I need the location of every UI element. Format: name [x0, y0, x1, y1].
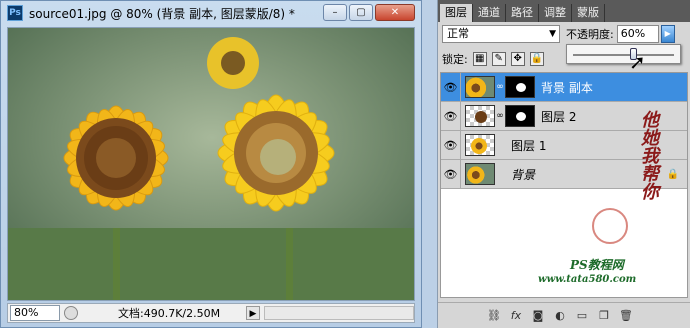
- blend-mode-value: 正常: [447, 27, 469, 40]
- layer-mask-thumbnail[interactable]: [505, 76, 535, 98]
- tab-layers[interactable]: 图层: [440, 4, 473, 22]
- layers-list: 👁 ∞ 背景 副本 👁 ∞ 图层 2 👁 图层 1 👁 背景 🔒: [440, 72, 688, 298]
- layer-name: 图层 2: [541, 109, 577, 124]
- layers-bottom-toolbar: ⛓ fx ◙ ◐ ▭ ❐ 🗑: [438, 302, 690, 328]
- lock-all-icon[interactable]: 🔒: [529, 52, 544, 66]
- tab-paths[interactable]: 路径: [506, 4, 539, 22]
- layer-mask-thumbnail[interactable]: [505, 105, 535, 127]
- link-icon[interactable]: ⛓: [486, 308, 502, 324]
- layer-thumbnail: [465, 76, 495, 98]
- layer-name: 背景: [511, 167, 536, 182]
- status-bar: 80% 文档:490.7K/2.50M ▶: [7, 303, 415, 323]
- tab-masks[interactable]: 蒙版: [572, 4, 605, 22]
- blend-mode-select[interactable]: 正常 ▼: [442, 25, 560, 43]
- horizontal-scrollbar[interactable]: [264, 306, 414, 320]
- trash-icon[interactable]: 🗑: [618, 308, 634, 324]
- folder-icon[interactable]: ▭: [574, 308, 590, 324]
- layer-row-layer-1[interactable]: 👁 图层 1: [441, 130, 687, 160]
- mask-icon[interactable]: ◙: [530, 308, 546, 324]
- lock-label: 锁定:: [442, 53, 468, 66]
- mask-link-icon[interactable]: ∞: [495, 82, 505, 92]
- opacity-label: 不透明度:: [566, 28, 614, 41]
- document-titlebar[interactable]: Ps source01.jpg @ 80% (背景 副本, 图层蒙版/8) * …: [1, 1, 421, 25]
- lock-move-icon[interactable]: ✥: [510, 52, 525, 66]
- layer-thumbnail: [465, 163, 495, 185]
- zoom-field[interactable]: 80%: [10, 305, 60, 321]
- mask-link-icon[interactable]: ∞: [495, 111, 505, 121]
- layer-thumbnail: [465, 134, 495, 156]
- layer-thumbnail: [465, 105, 495, 127]
- opacity-slider-track[interactable]: [573, 54, 674, 56]
- tab-adjustments[interactable]: 调整: [539, 4, 572, 22]
- document-window: Ps source01.jpg @ 80% (背景 副本, 图层蒙版/8) * …: [0, 0, 422, 328]
- lock-transparent-icon[interactable]: ▦: [472, 52, 487, 66]
- adjustment-icon[interactable]: ◐: [552, 308, 568, 324]
- new-layer-icon[interactable]: ❐: [596, 308, 612, 324]
- visibility-eye-icon[interactable]: 👁: [441, 101, 461, 131]
- chevron-down-icon: ▼: [549, 29, 556, 39]
- panel-tabs: 图层 通道 路径 调整 蒙版: [438, 0, 690, 22]
- restore-button[interactable]: ▢: [349, 4, 373, 21]
- opacity-slider-toggle-icon[interactable]: ▶: [660, 25, 675, 43]
- minimize-button[interactable]: –: [323, 4, 347, 21]
- image-canvas[interactable]: [7, 27, 415, 301]
- opacity-input[interactable]: 60%: [616, 25, 659, 43]
- layer-row-background-copy[interactable]: 👁 ∞ 背景 副本: [441, 72, 687, 102]
- layer-row-background[interactable]: 👁 背景 🔒: [441, 159, 687, 189]
- close-button[interactable]: ✕: [375, 4, 415, 21]
- fx-icon[interactable]: fx: [508, 308, 524, 324]
- status-menu-arrow-icon[interactable]: ▶: [246, 306, 260, 320]
- document-title: source01.jpg @ 80% (背景 副本, 图层蒙版/8) *: [29, 6, 295, 21]
- opacity-slider-popup[interactable]: [566, 44, 681, 64]
- visibility-eye-icon[interactable]: 👁: [441, 130, 461, 160]
- lock-brush-icon[interactable]: ✎: [491, 52, 506, 66]
- zoom-icon[interactable]: [64, 306, 78, 320]
- visibility-eye-icon[interactable]: 👁: [441, 72, 461, 102]
- layers-panel: 图层 通道 路径 调整 蒙版 正常 ▼ 不透明度: 60% ▶ ➚ 锁定: ▦ …: [437, 0, 690, 328]
- tab-channels[interactable]: 通道: [473, 4, 506, 22]
- document-info: 文档:490.7K/2.50M: [118, 307, 221, 320]
- mouse-cursor-icon: ➚: [629, 50, 646, 74]
- sunflower-image: [8, 28, 414, 300]
- layer-name: 图层 1: [511, 138, 547, 153]
- layer-name: 背景 副本: [541, 80, 593, 95]
- photoshop-app-icon: Ps: [7, 5, 23, 21]
- layer-row-layer-2[interactable]: 👁 ∞ 图层 2: [441, 101, 687, 131]
- layer-lock-icon: 🔒: [666, 168, 679, 180]
- visibility-eye-icon[interactable]: 👁: [441, 159, 461, 189]
